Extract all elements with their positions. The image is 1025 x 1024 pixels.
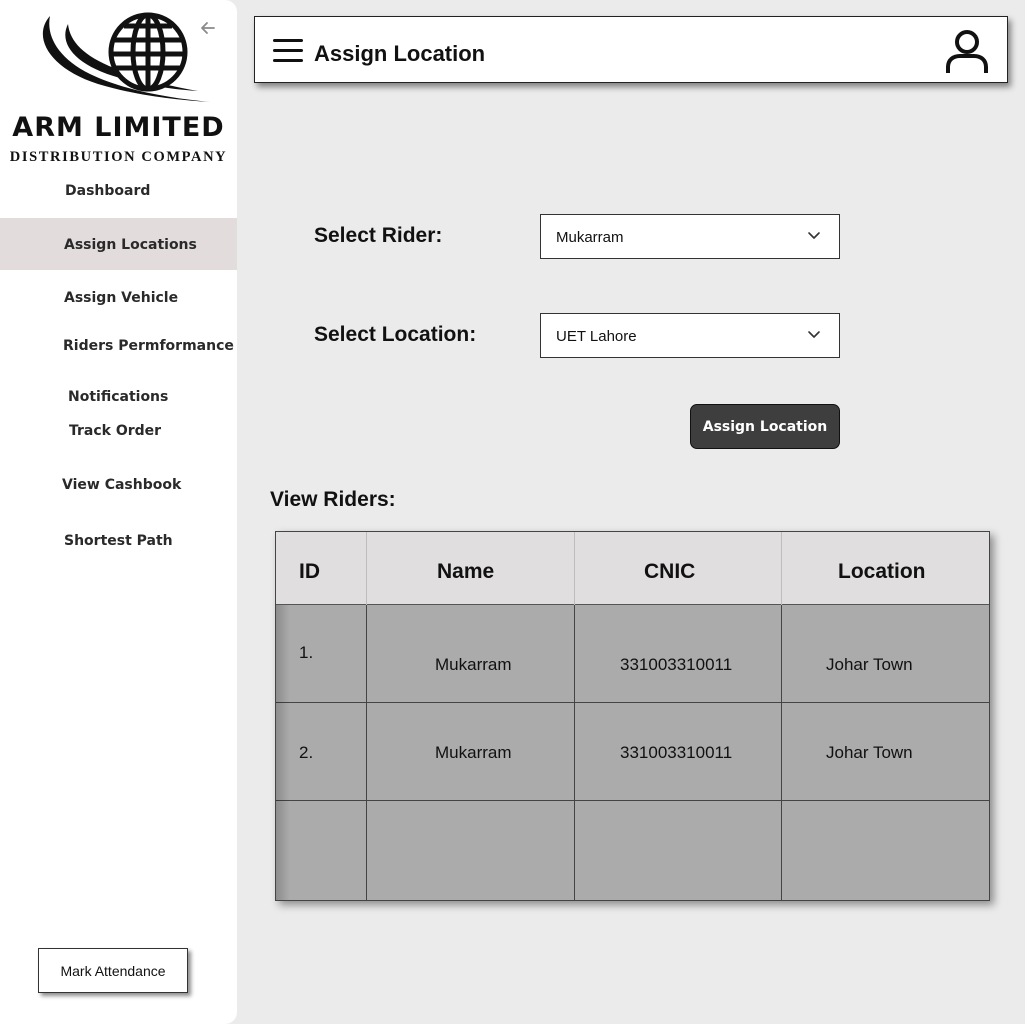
sidebar-item-riders-performance[interactable]: Riders Permformance	[0, 333, 237, 359]
mark-attendance-button[interactable]: Mark Attendance	[38, 948, 188, 993]
column-divider	[574, 605, 575, 900]
column-divider	[366, 605, 367, 900]
sidebar-item-label: Track Order	[69, 423, 162, 439]
chevron-down-icon	[808, 331, 820, 338]
select-rider-label: Select Rider:	[314, 224, 443, 247]
column-header-name: Name	[437, 560, 495, 583]
user-profile-icon[interactable]	[945, 29, 989, 75]
riders-table: ID Name CNIC Location 1. Mukarram 331003…	[275, 531, 990, 901]
sidebar-item-label: Riders Permformance	[63, 338, 234, 354]
sidebar-item-label: View Cashbook	[62, 477, 182, 493]
sidebar-item-view-cashbook[interactable]: View Cashbook	[0, 472, 237, 498]
column-header-cnic: CNIC	[644, 560, 696, 583]
sidebar-item-label: Notifications	[68, 389, 169, 405]
sidebar-item-dashboard[interactable]: Dashboard	[0, 178, 237, 204]
select-location-label: Select Location:	[314, 323, 477, 346]
column-divider	[781, 605, 782, 900]
column-divider	[781, 532, 782, 605]
sidebar-item-label: Dashboard	[65, 183, 151, 199]
brand-name: ARM LIMITED	[12, 112, 225, 143]
arrow-left-icon[interactable]	[198, 18, 218, 38]
sidebar-item-shortest-path[interactable]: Shortest Path	[0, 528, 237, 554]
rider-select[interactable]: Mukarram	[540, 214, 840, 259]
cell-location: Johar Town	[826, 743, 913, 762]
sidebar-item-track-order[interactable]: Track Order	[0, 418, 237, 444]
sidebar-item-assign-vehicle[interactable]: Assign Vehicle	[0, 285, 237, 311]
sidebar: ARM LIMITED DISTRIBUTION COMPANY Dashboa…	[0, 0, 237, 1024]
top-header: Assign Location	[254, 16, 1008, 83]
column-header-id: ID	[299, 560, 320, 583]
column-header-location: Location	[838, 560, 926, 583]
cell-id: 2.	[299, 743, 314, 762]
sidebar-item-label: Assign Locations	[64, 237, 197, 253]
cell-cnic: 331003310011	[620, 743, 733, 762]
chevron-down-icon	[808, 232, 820, 239]
globe-logo-icon	[42, 12, 211, 102]
assign-location-button[interactable]: Assign Location	[690, 404, 840, 449]
sidebar-item-notifications[interactable]: Notifications	[0, 384, 237, 410]
column-divider	[366, 532, 367, 605]
cell-location: Johar Town	[826, 655, 913, 674]
table-row[interactable]: 2. Mukarram 331003310011 Johar Town	[276, 703, 989, 801]
hamburger-menu-icon[interactable]	[273, 39, 303, 65]
cell-name: Mukarram	[435, 743, 512, 762]
table-row[interactable]	[276, 801, 989, 900]
column-divider	[574, 532, 575, 605]
sidebar-item-label: Shortest Path	[64, 533, 173, 549]
cell-id: 1.	[299, 643, 314, 662]
location-select-value: UET Lahore	[556, 328, 637, 345]
brand-subtitle: DISTRIBUTION COMPANY	[9, 149, 228, 165]
sidebar-item-assign-locations[interactable]: Assign Locations	[0, 218, 237, 270]
page-title: Assign Location	[314, 41, 486, 66]
rider-select-value: Mukarram	[556, 229, 624, 246]
cell-cnic: 331003310011	[620, 655, 733, 674]
view-riders-title: View Riders:	[270, 488, 396, 511]
table-header: ID Name CNIC Location	[276, 532, 989, 605]
cell-name: Mukarram	[435, 655, 512, 674]
sidebar-item-label: Assign Vehicle	[64, 290, 179, 306]
location-select[interactable]: UET Lahore	[540, 313, 840, 358]
table-row[interactable]: 1. Mukarram 331003310011 Johar Town	[276, 605, 989, 703]
